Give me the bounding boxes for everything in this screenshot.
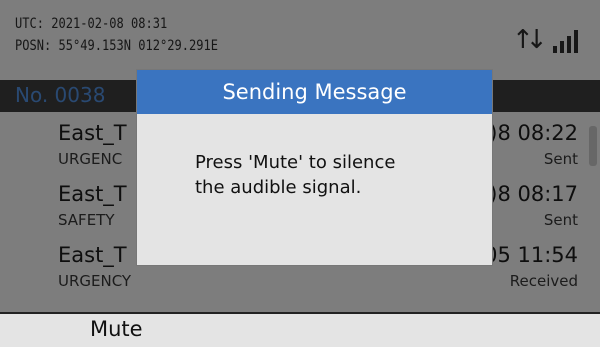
dialog-message-line: Press 'Mute' to silence <box>195 152 396 173</box>
dialog-message-line: the audible signal. <box>195 177 362 198</box>
device-screen: UTC: 2021-02-08 08:31 POSN: 55°49.153N 0… <box>0 0 600 347</box>
dialog-message: Press 'Mute' to silence the audible sign… <box>195 150 475 200</box>
softkey-bar: Mute <box>0 312 600 347</box>
dialog-title: Sending Message <box>137 70 492 114</box>
sending-message-dialog: Sending Message Press 'Mute' to silence … <box>137 70 492 265</box>
mute-button[interactable]: Mute <box>90 317 143 341</box>
